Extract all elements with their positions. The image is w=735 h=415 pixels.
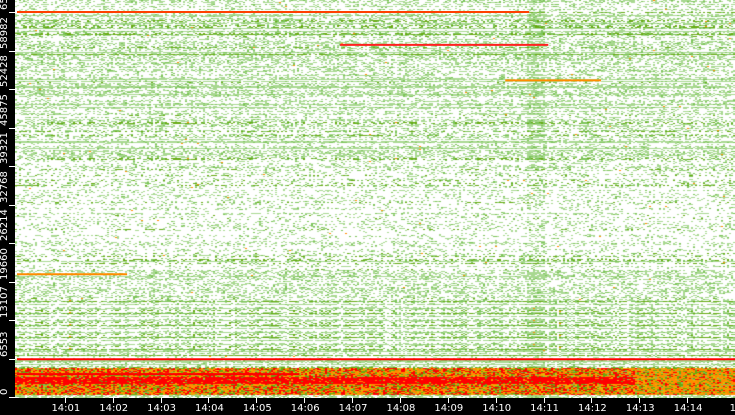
y-tick-label: 58982 xyxy=(0,16,10,49)
y-tick-label: 26214 xyxy=(0,209,10,241)
x-tick-label: 14:14 xyxy=(673,403,703,414)
x-tick-label: 14:03 xyxy=(147,403,177,414)
port-time-heatmap: 0 6553 13107 19660 26214 32768 39321 45875 52428… xyxy=(0,0,735,415)
y-tick-label: 13107 xyxy=(0,286,10,318)
y-tick-label: 6553 xyxy=(0,331,10,357)
x-tick-label: 14:10 xyxy=(482,403,512,414)
x-tick-label: 14:02 xyxy=(99,403,129,414)
y-tick-label: 39321 xyxy=(0,132,10,164)
y-tick-label: 45875 xyxy=(0,93,10,126)
y-tick xyxy=(9,281,15,283)
y-tick xyxy=(9,358,15,360)
y-tick xyxy=(9,166,15,167)
x-tick-label: 14:13 xyxy=(625,403,655,414)
x-tick-label: 14:12 xyxy=(577,403,607,414)
highlighted-rows xyxy=(17,11,735,376)
y-tick xyxy=(9,243,15,244)
y-tick xyxy=(9,397,15,398)
y-tick-label: 32768 xyxy=(0,170,10,203)
y-tick xyxy=(9,204,15,206)
y-tick-label: 52428 xyxy=(0,55,10,87)
y-tick-label: 65536 xyxy=(0,0,10,10)
x-tick-label: 14:11 xyxy=(530,403,559,414)
x-tick-label: 14 xyxy=(729,403,735,414)
x-tick-label: 14:09 xyxy=(434,403,464,414)
x-tick-label: 14:05 xyxy=(242,403,272,414)
y-tick xyxy=(9,50,15,52)
y-tick-label: 19660 xyxy=(0,247,10,280)
y-tick xyxy=(9,127,15,129)
x-tick-label: 14:06 xyxy=(290,403,320,414)
y-tick xyxy=(9,320,15,321)
x-tick-label: 14:08 xyxy=(386,403,416,414)
y-tick xyxy=(9,12,15,13)
y-tick xyxy=(9,89,15,90)
x-tick-label: 14:07 xyxy=(338,403,368,414)
y-tick-label: 0 xyxy=(0,388,10,395)
x-tick-label: 14:04 xyxy=(195,403,224,414)
x-tick-label: 14:01 xyxy=(51,403,81,414)
